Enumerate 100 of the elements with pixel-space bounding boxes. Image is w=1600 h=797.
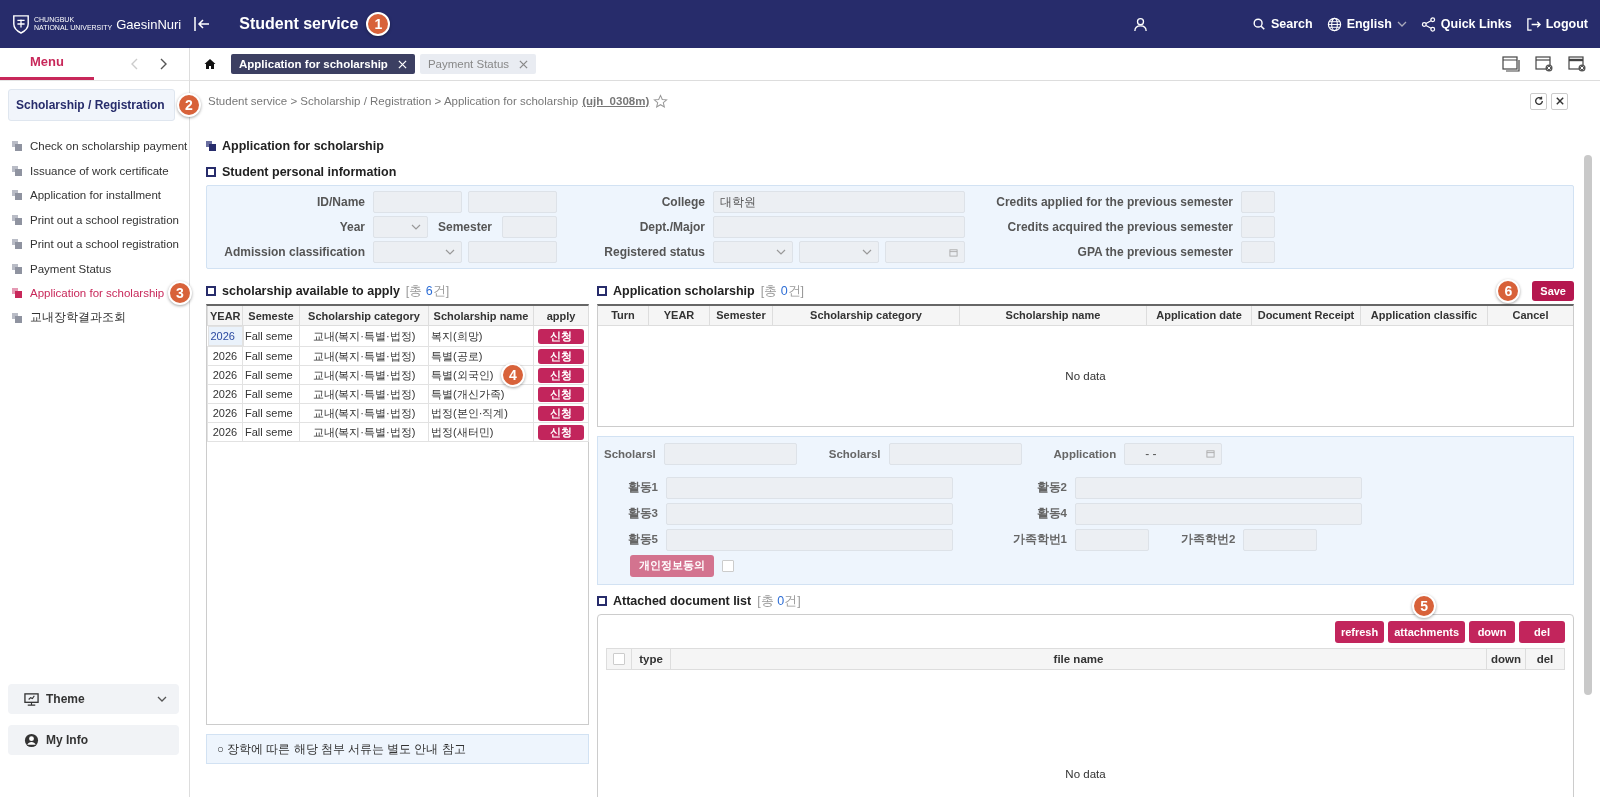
user-icon[interactable] xyxy=(1132,16,1148,32)
table-cell: 2026 xyxy=(207,384,243,404)
column-header: YEAR xyxy=(649,306,710,325)
close-button[interactable] xyxy=(1551,92,1568,110)
apply-button[interactable]: 신청 xyxy=(538,367,584,383)
menu-item[interactable]: Print out a school registration xyxy=(30,238,179,251)
record-count: [총 6건] xyxy=(405,282,450,300)
apply-button[interactable]: 신청 xyxy=(538,405,584,421)
theme-button[interactable]: Theme xyxy=(8,684,179,714)
page-icon xyxy=(12,288,22,299)
monitor-icon xyxy=(24,691,39,707)
page-icon xyxy=(12,263,22,274)
page-title: Application for scholarship xyxy=(222,139,384,153)
globe-icon xyxy=(1326,16,1342,32)
menu-item[interactable]: Print out a school registration xyxy=(30,213,179,226)
table-cell: Fall seme xyxy=(242,384,300,404)
date-field[interactable] xyxy=(885,241,965,263)
action-button[interactable]: del xyxy=(1519,621,1565,643)
section-title: Attached document list xyxy=(613,594,752,608)
select-field[interactable] xyxy=(373,241,462,263)
select-field[interactable] xyxy=(713,241,793,263)
field-label: Scholarsl xyxy=(828,447,881,460)
date-field[interactable]: - - xyxy=(1124,442,1223,465)
field-label: 활동1 xyxy=(626,480,658,495)
column-header: type xyxy=(632,649,671,669)
field-label: Registered status xyxy=(603,245,705,259)
menu-item[interactable]: Application for installment xyxy=(30,189,162,202)
star-icon[interactable] xyxy=(653,93,669,109)
window-icon[interactable] xyxy=(1502,56,1520,72)
table-cell: 2026 xyxy=(207,422,243,442)
scrollbar-thumb[interactable] xyxy=(1584,155,1592,695)
empty-message: No data xyxy=(1065,370,1106,382)
close-window-icon[interactable] xyxy=(1568,56,1586,72)
callout-marker: 2 xyxy=(177,93,201,117)
field-label: 가족학번1 xyxy=(1011,532,1067,547)
table-cell: 법정(새터민) xyxy=(428,422,534,442)
language-menu[interactable]: English xyxy=(1326,16,1407,32)
refresh-button[interactable] xyxy=(1530,92,1547,110)
page-icon xyxy=(12,239,22,250)
menu-item[interactable]: 교내장학결과조회 xyxy=(30,310,126,326)
column-header: Semester xyxy=(710,306,773,325)
apply-button[interactable]: 신청 xyxy=(538,328,584,344)
field-label: 활동4 xyxy=(1035,506,1067,521)
logout-link[interactable]: Logout xyxy=(1525,16,1588,32)
page-tab[interactable]: Application for scholarship xyxy=(231,54,415,74)
close-window-icon[interactable] xyxy=(1535,56,1553,72)
callout-marker: 1 xyxy=(366,12,391,36)
select-field[interactable] xyxy=(373,216,428,238)
caret-icon xyxy=(1396,21,1407,27)
menu-item[interactable]: Payment Status xyxy=(30,262,112,275)
search-link[interactable]: Search xyxy=(1251,17,1313,31)
title-icon xyxy=(206,141,216,151)
action-button[interactable]: refresh xyxy=(1334,621,1385,643)
apply-button[interactable]: 신청 xyxy=(538,348,584,364)
action-button[interactable]: down xyxy=(1469,621,1515,643)
page-heading: Student service xyxy=(239,15,359,33)
calendar-icon xyxy=(949,247,958,257)
column-header: Scholarship name xyxy=(960,306,1147,325)
table-cell: Fall seme xyxy=(242,403,300,423)
screen-code-link[interactable]: (ujh_0308m) xyxy=(582,95,650,107)
empty-message: No data xyxy=(1065,768,1106,780)
column-header: Scholarship category xyxy=(773,306,960,325)
record-count: [총 0건] xyxy=(760,282,805,300)
column-header: Semeste xyxy=(242,306,300,326)
page-icon xyxy=(12,190,22,201)
field-label: 가족학번2 xyxy=(1181,532,1236,547)
home-icon[interactable] xyxy=(204,58,216,70)
previous-icon[interactable] xyxy=(130,58,138,70)
select-field[interactable] xyxy=(799,241,879,263)
table-cell: 특별(공로) xyxy=(428,346,534,366)
table-cell: 교내(복지·특별·법정) xyxy=(299,325,429,347)
input-field[interactable]: 대학원 xyxy=(713,191,965,213)
checkbox[interactable] xyxy=(613,653,625,665)
page-icon xyxy=(12,141,22,152)
section-icon xyxy=(597,286,607,296)
apply-button[interactable]: 신청 xyxy=(538,386,584,402)
table-cell: 2026 xyxy=(207,365,243,385)
menu-item[interactable]: Check on scholarship payment xyxy=(30,140,188,153)
table-cell: Fall seme xyxy=(242,422,300,442)
collapse-icon[interactable] xyxy=(193,16,212,32)
field-label: Admission classification xyxy=(223,245,365,259)
caret-icon xyxy=(445,249,455,255)
next-icon[interactable] xyxy=(160,58,168,70)
calendar-icon xyxy=(1206,449,1216,458)
menu-tab[interactable]: Menu xyxy=(0,48,94,80)
column-header: YEAR xyxy=(207,306,243,326)
caret-icon xyxy=(776,249,786,255)
action-button[interactable]: attachments xyxy=(1388,621,1465,643)
column-header: Application classific xyxy=(1361,306,1488,325)
section-icon xyxy=(597,596,607,606)
menu-item[interactable]: Application for scholarship xyxy=(30,287,165,300)
menu-item[interactable]: Issuance of work certificate xyxy=(30,164,169,177)
callout-marker: 3 xyxy=(168,281,192,305)
save-button[interactable]: Save xyxy=(1532,281,1574,301)
apply-button[interactable]: 신청 xyxy=(538,424,584,440)
share-icon xyxy=(1420,16,1436,32)
quick-links-link[interactable]: Quick Links xyxy=(1420,16,1512,32)
field-label: 활동3 xyxy=(626,506,658,521)
my-info-button[interactable]: My Info xyxy=(8,725,179,755)
table-cell: Fall seme xyxy=(242,346,300,366)
